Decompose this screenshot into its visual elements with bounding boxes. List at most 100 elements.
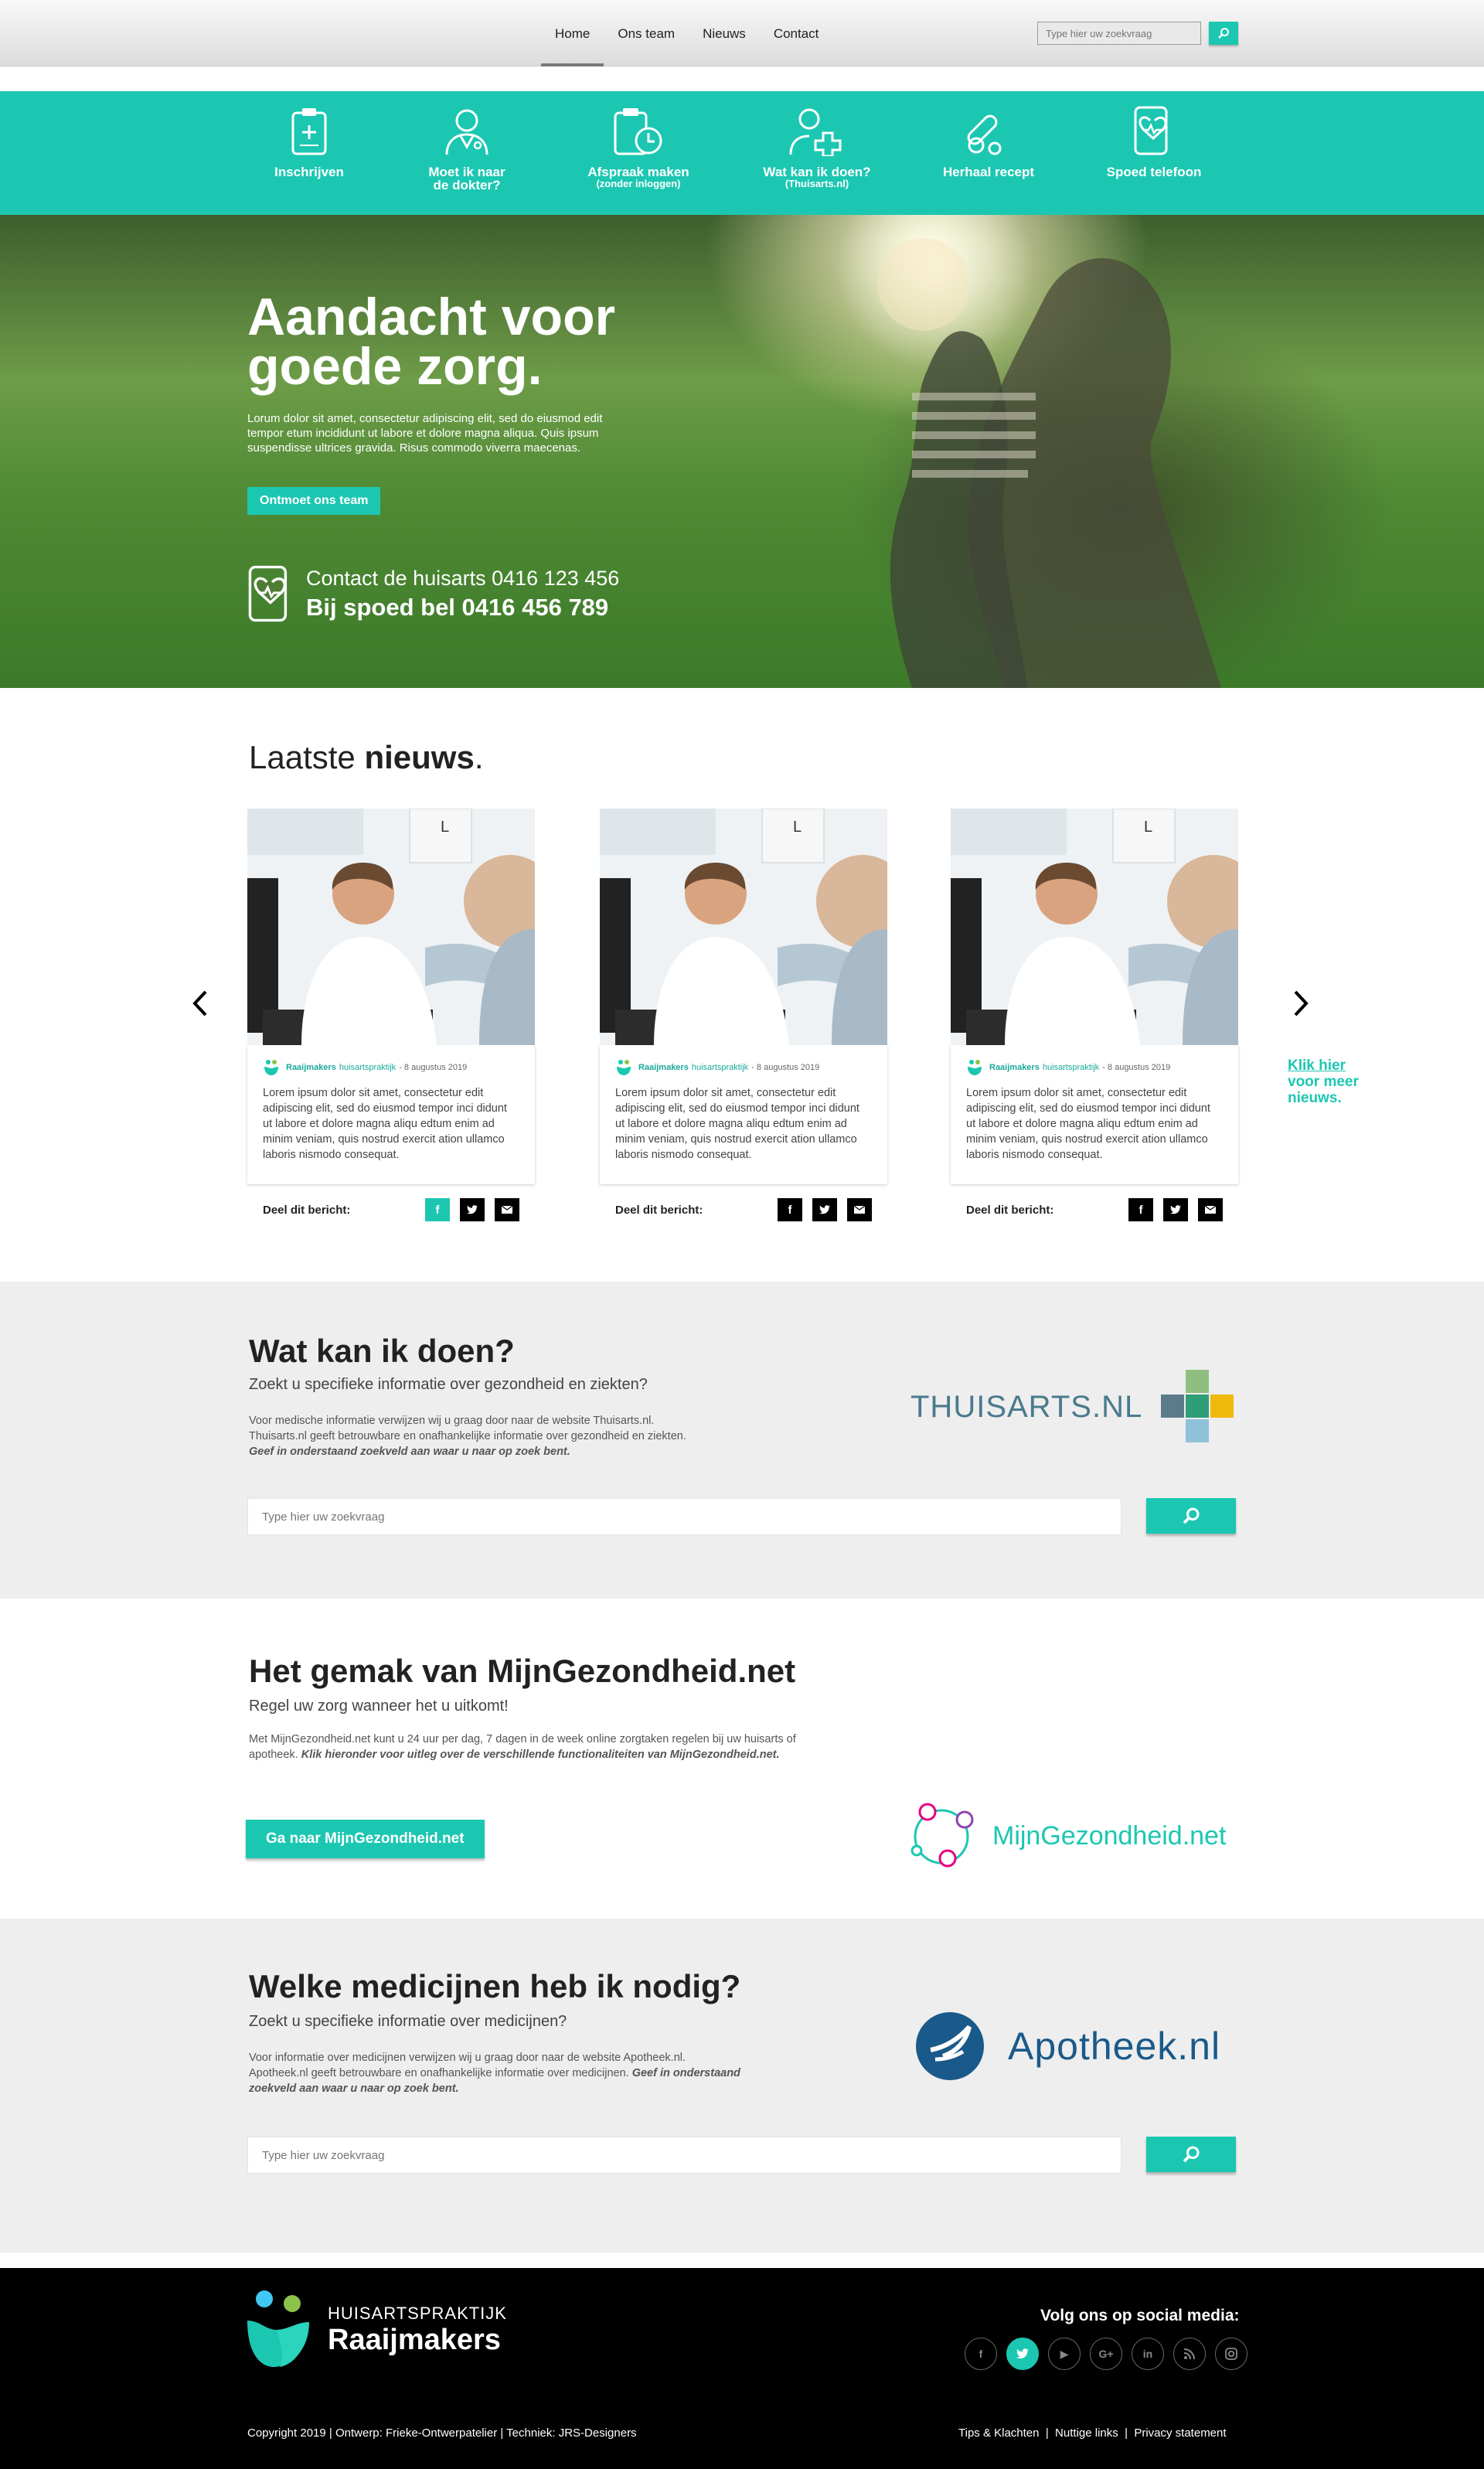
emergency-phone-icon xyxy=(248,565,288,622)
top-navigation: Home Ons team Nieuws Contact xyxy=(0,0,1484,66)
contact-phone-line: Contact de huisarts 0416 123 456 xyxy=(306,566,620,590)
apotheek-search-button[interactable] xyxy=(1146,2137,1236,2172)
more-news-link[interactable]: Klik hier voor meer nieuws. xyxy=(1288,1057,1359,1106)
thuisarts-search-button[interactable] xyxy=(1146,1498,1236,1534)
pills-icon xyxy=(967,114,1002,155)
doctor-icon xyxy=(445,109,488,155)
news-card[interactable]: L Raaijmakers huisartspraktijk - 8 augustu… xyxy=(247,809,535,1221)
quick-link-dokter[interactable]: Moet ik naar de dokter? xyxy=(401,91,533,192)
apotheek-section: Welke medicijnen heb ik nodig? Zoekt u s… xyxy=(0,1919,1484,2253)
svg-text:L: L xyxy=(1144,819,1152,836)
header-search-input[interactable] xyxy=(1037,22,1201,45)
quick-link-spoed-telefoon[interactable]: Spoed telefoon xyxy=(1088,91,1220,179)
mijngezondheid-description: Met MijnGezondheid.net kunt u 24 uur per… xyxy=(249,1733,796,1761)
footer-brand-name: Raaijmakers xyxy=(328,2323,501,2356)
appointment-icon xyxy=(614,108,662,155)
nav-contact[interactable]: Contact xyxy=(760,0,833,66)
quick-link-afspraak[interactable]: Afspraak maken (zonder inloggen) xyxy=(573,91,704,189)
facebook-share-icon[interactable]: f xyxy=(778,1198,802,1221)
quick-link-herhaal-recept[interactable]: Herhaal recept xyxy=(923,91,1054,179)
twitter-icon[interactable] xyxy=(1006,2338,1039,2370)
news-author-type: huisartspraktijk xyxy=(339,1063,397,1072)
news-meta: Raaijmakers huisartspraktijk - 8 augustus … xyxy=(615,1059,872,1076)
quick-link-label: Afspraak maken xyxy=(587,165,689,179)
mijngezondheid-logo: MijnGezondheid.net xyxy=(910,1803,1226,1869)
news-title: Laatste nieuws. xyxy=(249,739,484,775)
twitter-share-icon[interactable] xyxy=(812,1198,837,1221)
email-share-icon[interactable] xyxy=(495,1198,519,1221)
news-share: Deel dit bericht: f xyxy=(951,1198,1238,1221)
apotheek-search xyxy=(247,2137,1236,2174)
emergency-phone-icon xyxy=(1134,106,1168,155)
quick-link-label: Wat kan ik doen? xyxy=(763,165,871,179)
more-news-line1: Klik hier xyxy=(1288,1057,1346,1074)
share-label: Deel dit bericht: xyxy=(615,1203,703,1217)
search-icon xyxy=(1183,2146,1200,2163)
facebook-share-icon[interactable]: f xyxy=(1128,1198,1153,1221)
footer-brand[interactable]: HUISARTSPRAKTIJK Raaijmakers xyxy=(246,2290,507,2370)
news-author: Raaijmakers xyxy=(286,1063,336,1072)
quick-link-label: Moet ik naar xyxy=(428,165,505,179)
google-plus-icon[interactable]: G+ xyxy=(1090,2338,1122,2370)
apotheek-search-input[interactable] xyxy=(247,2137,1122,2174)
thuisarts-cross-icon xyxy=(1161,1370,1234,1442)
more-news-line2: voor meer xyxy=(1288,1074,1359,1090)
news-share: Deel dit bericht: f xyxy=(247,1198,535,1221)
news-card[interactable]: L Raaijmakers huisartspraktijk - 8 augustu… xyxy=(951,809,1238,1221)
hero-contact: Contact de huisarts 0416 123 456 Bij spo… xyxy=(247,564,619,623)
medical-cross-icon xyxy=(789,108,842,156)
practice-logo-icon xyxy=(968,1060,982,1075)
apotheek-logo-icon xyxy=(916,2012,984,2080)
chevron-left-icon[interactable] xyxy=(192,989,210,1017)
news-author-type: huisartspraktijk xyxy=(691,1063,749,1072)
news-photo: L xyxy=(951,809,1238,1045)
mijngezondheid-button[interactable]: Ga naar MijnGezondheid.net xyxy=(246,1820,485,1858)
news-card[interactable]: L Raaijmakers huisartspraktijk - 8 augustu… xyxy=(600,809,887,1221)
nav-home[interactable]: Home xyxy=(541,0,604,66)
instagram-icon[interactable] xyxy=(1215,2338,1247,2370)
apotheek-logo-text: Apotheek.nl xyxy=(1008,2025,1221,2068)
news-excerpt: Lorem ipsum dolor sit amet, consectetur … xyxy=(966,1087,1210,1161)
social-title: Volg ons op social media: xyxy=(1040,2307,1240,2324)
quick-link-label: Spoed telefoon xyxy=(1106,165,1202,179)
main-menu: Home Ons team Nieuws Contact xyxy=(541,0,832,66)
nav-nieuws[interactable]: Nieuws xyxy=(689,0,760,66)
email-share-icon[interactable] xyxy=(847,1198,872,1221)
youtube-icon[interactable]: ▶ xyxy=(1048,2338,1081,2370)
site-footer: HUISARTSPRAKTIJK Raaijmakers Volg ons op… xyxy=(0,2268,1484,2469)
linkedin-icon[interactable]: in xyxy=(1132,2338,1164,2370)
news-excerpt: Lorem ipsum dolor sit amet, consectetur … xyxy=(263,1087,507,1161)
news-photo: L xyxy=(247,809,535,1045)
email-share-icon[interactable] xyxy=(1198,1198,1223,1221)
search-icon xyxy=(1183,1507,1200,1524)
thuisarts-search-input[interactable] xyxy=(247,1498,1122,1535)
nav-ons-team[interactable]: Ons team xyxy=(604,0,689,66)
footer-links[interactable]: Tips & Klachten | Nuttige links | Privac… xyxy=(958,2426,1227,2440)
quick-link-label-line2: de dokter? xyxy=(433,178,501,192)
news-author: Raaijmakers xyxy=(989,1063,1040,1072)
practice-logo-icon xyxy=(264,1060,278,1075)
news-author-type: huisartspraktijk xyxy=(1042,1063,1100,1072)
quick-link-label: Inschrijven xyxy=(274,165,344,179)
facebook-icon[interactable]: f xyxy=(965,2338,997,2370)
news-photo: L xyxy=(600,809,887,1045)
chevron-right-icon[interactable] xyxy=(1291,989,1309,1017)
quick-link-inschrijven[interactable]: Inschrijven xyxy=(243,91,375,179)
twitter-share-icon[interactable] xyxy=(1163,1198,1188,1221)
quick-link-sublabel: (zonder inloggen) xyxy=(596,178,681,189)
twitter-share-icon[interactable] xyxy=(460,1198,485,1221)
header-search-button[interactable] xyxy=(1209,22,1238,45)
meet-team-button[interactable]: Ontmoet ons team xyxy=(247,487,381,515)
thuisarts-logo-text: THUISARTS.NL xyxy=(910,1389,1143,1424)
news-section: Laatste nieuws. L Raaijmakers huisartspra… xyxy=(0,688,1484,1282)
thuisarts-logo: THUISARTS.NL xyxy=(910,1370,1235,1444)
thuisarts-search xyxy=(247,1498,1236,1535)
apotheek-description: Voor informatie over medicijnen verwijze… xyxy=(249,2052,740,2095)
mijngezondheid-section: Het gemak van MijnGezondheid.net Regel u… xyxy=(0,1599,1484,1919)
svg-text:L: L xyxy=(793,819,802,836)
svg-text:L: L xyxy=(441,819,449,836)
rss-icon[interactable] xyxy=(1173,2338,1206,2370)
facebook-share-icon[interactable]: f xyxy=(425,1198,450,1221)
share-label: Deel dit bericht: xyxy=(966,1203,1054,1217)
quick-link-wat-kan-ik-doen[interactable]: Wat kan ik doen? (Thuisarts.nl) xyxy=(751,91,883,189)
